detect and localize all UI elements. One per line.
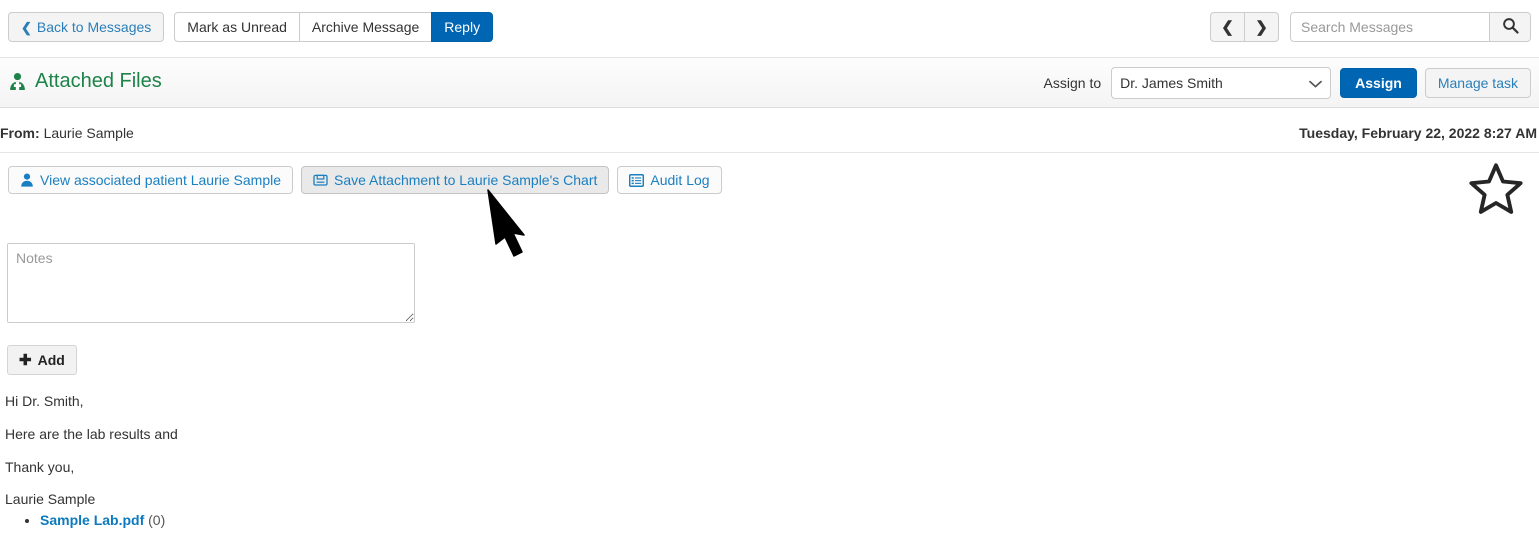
star-outline-icon	[1467, 163, 1525, 221]
back-to-messages-label: Back to Messages	[36, 19, 152, 35]
search-icon	[1502, 17, 1519, 37]
message-nav-segment: ❮ ❯	[1210, 12, 1279, 42]
message-body-line: Here are the lab results and	[5, 425, 178, 442]
notes-input[interactable]	[7, 243, 415, 323]
add-note-label: Add	[37, 352, 65, 368]
page-title-text: Attached Files	[35, 70, 162, 92]
plus-icon: ✚	[19, 352, 32, 369]
chevron-right-icon: ❯	[1255, 19, 1268, 36]
top-toolbar: ❮ Back to Messages Mark as Unread Archiv…	[0, 0, 1539, 54]
audit-log-button[interactable]: Audit Log	[617, 166, 722, 194]
mark-as-unread-button[interactable]: Mark as Unread	[174, 12, 300, 42]
message-body-line: Laurie Sample	[5, 491, 96, 508]
toolbar-right-controls: ❮ ❯	[1210, 12, 1531, 42]
next-message-button[interactable]: ❯	[1244, 12, 1279, 42]
message-from: From: Laurie Sample	[0, 125, 134, 141]
back-to-messages-button[interactable]: ❮ Back to Messages	[8, 12, 165, 42]
manage-task-button[interactable]: Manage task	[1424, 68, 1531, 98]
attachment-count: (0)	[148, 512, 166, 528]
page-title: Attached Files	[8, 70, 162, 93]
chevron-left-icon: ❮	[1221, 19, 1234, 36]
message-meta-row: From: Laurie Sample Tuesday, February 22…	[0, 108, 1539, 153]
assignee-select-wrapper: Dr. James Smith	[1111, 67, 1332, 99]
assign-button[interactable]: Assign	[1340, 68, 1417, 98]
user-md-icon	[8, 72, 27, 91]
chevron-left-icon: ❮	[21, 19, 32, 35]
star-toggle-button[interactable]	[1467, 160, 1525, 218]
view-associated-patient-label: View associated patient Laurie Sample	[40, 172, 282, 188]
from-name: Laurie Sample	[43, 125, 134, 141]
list-alt-icon	[629, 173, 645, 187]
attachment-link[interactable]: Sample Lab.pdf	[40, 512, 144, 528]
search-button[interactable]	[1490, 12, 1531, 42]
assign-to-label: Assign to	[1043, 75, 1102, 91]
search-input[interactable]	[1290, 12, 1490, 42]
toolbar-left-buttons: ❮ Back to Messages Mark as Unread Archiv…	[8, 12, 494, 42]
reply-button[interactable]: Reply	[431, 12, 494, 42]
previous-message-button[interactable]: ❮	[1210, 12, 1245, 42]
save-attachment-to-chart-label: Save Attachment to Laurie Sample's Chart	[334, 172, 598, 188]
assign-controls: Assign to Dr. James Smith Assign Manage …	[1044, 67, 1531, 99]
list-item: Sample Lab.pdf (0)	[40, 512, 165, 528]
attachment-action-buttons: View associated patient Laurie Sample Sa…	[8, 166, 730, 194]
mouse-cursor	[480, 183, 558, 261]
add-note-button[interactable]: ✚ Add	[7, 345, 77, 375]
message-body-line: Hi Dr. Smith,	[5, 393, 84, 409]
from-label: From:	[0, 125, 40, 141]
attachment-list: Sample Lab.pdf (0)	[5, 512, 165, 528]
user-icon	[20, 173, 34, 187]
assignee-select[interactable]: Dr. James Smith	[1111, 67, 1332, 99]
message-timestamp: Tuesday, February 22, 2022 8:27 AM	[1299, 125, 1537, 141]
audit-log-label: Audit Log	[650, 172, 710, 188]
view-associated-patient-button[interactable]: View associated patient Laurie Sample	[8, 166, 294, 194]
message-body: Hi Dr. Smith, Here are the lab results a…	[5, 393, 905, 524]
panel-heading: Attached Files Assign to Dr. James Smith…	[0, 57, 1539, 108]
message-body-line: Thank you,	[5, 458, 75, 475]
archive-message-button[interactable]: Archive Message	[298, 12, 433, 42]
save-icon	[313, 173, 328, 187]
save-attachment-to-chart-button[interactable]: Save Attachment to Laurie Sample's Chart	[301, 166, 610, 194]
message-action-segment: Mark as Unread Archive Message Reply	[174, 12, 494, 42]
